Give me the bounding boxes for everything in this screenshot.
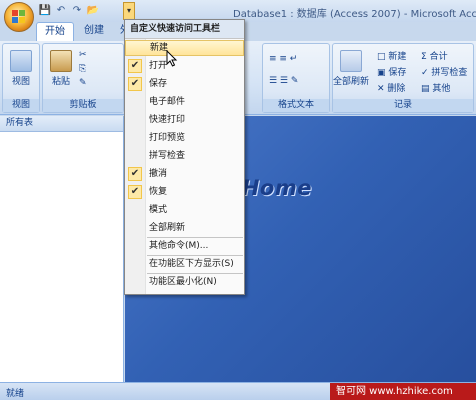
clipboard-group-label: 剪贴板 (43, 99, 123, 112)
menu-item[interactable]: ✔ 打开 (125, 58, 244, 74)
undo-icon[interactable]: ↶ (54, 4, 68, 18)
delete-record-button[interactable]: ✕ 删除 (377, 81, 405, 94)
status-bar: 就绪 智可网 www.hzhike.com (0, 382, 476, 400)
menu-item-label: 全部刷新 (149, 223, 186, 233)
menu-separator (147, 237, 243, 238)
site-logo: 智可网 www.hzhike.com (330, 383, 476, 400)
records-group: 全部刷新 □ 新建 ▣ 保存 ✕ 删除 Σ 合计 ✓ 拼写检查 ▤ 其他 记录 (332, 43, 474, 113)
menu-item-label: 电子邮件 (149, 97, 186, 107)
checkmark-icon: ✔ (128, 185, 142, 199)
copy-icon[interactable]: ⎘ (79, 64, 86, 74)
menu-item-label: 撤消 (149, 169, 168, 179)
menu-item[interactable]: 拼写检查 (125, 148, 244, 164)
tab-create[interactable]: 创建 (76, 22, 112, 41)
cut-icon[interactable]: ✂ (79, 50, 87, 60)
checkmark-icon: ✔ (128, 77, 142, 91)
menu-item[interactable]: 全部刷新 (125, 220, 244, 236)
spelling-button[interactable]: ✓ 拼写检查 (421, 65, 467, 78)
menu-item[interactable]: ✔ 恢复 (125, 184, 244, 200)
menu-header: 自定义快速访问工具栏 (125, 20, 244, 39)
office-logo-icon (12, 10, 26, 24)
status-text: 就绪 (6, 389, 25, 399)
align-icon[interactable]: ≡ ≡ ↵ (269, 54, 297, 64)
menu-item[interactable]: ✔ 保存 (125, 76, 244, 92)
menu-item-label: 模式 (149, 205, 168, 215)
menu-item[interactable]: 快速打印 (125, 112, 244, 128)
customize-qat-dropdown-button[interactable]: ▾ (123, 2, 135, 20)
menu-item[interactable]: 在功能区下方显示(S) (125, 256, 244, 272)
quick-access-toolbar: 💾 ↶ ↷ 📂 (38, 4, 100, 18)
refresh-icon (340, 50, 362, 72)
refresh-all-button[interactable]: 全部刷新 (333, 50, 369, 87)
totals-button[interactable]: Σ 合计 (421, 49, 448, 62)
menu-separator (147, 273, 243, 274)
clipboard-group: 粘贴 ✂ ⎘ ✎ 剪贴板 (42, 43, 124, 113)
window-title: Database1 : 数据库 (Access 2007) - Microsof… (233, 9, 476, 20)
menu-item[interactable]: 新建 (125, 40, 244, 56)
save-icon[interactable]: 💾 (38, 4, 52, 18)
menu-item[interactable]: 功能区最小化(N) (125, 274, 244, 290)
view-button[interactable]: 视图 (6, 50, 36, 87)
view-group-label: 视图 (3, 99, 39, 112)
menu-item[interactable]: 模式 (125, 202, 244, 218)
menu-item-label: 其他命令(M)... (149, 241, 209, 251)
menu-item[interactable]: ✔ 撤消 (125, 166, 244, 182)
menu-item-label: 在功能区下方显示(S) (149, 259, 234, 269)
office-button[interactable] (4, 2, 34, 32)
nav-pane-header[interactable]: 所有表 (0, 116, 123, 132)
save-record-button[interactable]: ▣ 保存 (377, 65, 406, 78)
navigation-pane: 所有表 (0, 116, 124, 382)
more-button[interactable]: ▤ 其他 (421, 81, 450, 94)
menu-separator (147, 255, 243, 256)
new-record-button[interactable]: □ 新建 (377, 49, 406, 62)
menu-item[interactable]: 打印预览 (125, 130, 244, 146)
menu-item-label: 功能区最小化(N) (149, 277, 217, 287)
list-icon[interactable]: ☰ ☰ ✎ (269, 76, 298, 86)
menu-item-label: 拼写检查 (149, 151, 186, 161)
view-group: 视图 视图 (2, 43, 40, 113)
menu-item[interactable]: 电子邮件 (125, 94, 244, 110)
menu-item-label: 快速打印 (149, 115, 186, 125)
menu-item-label: 恢复 (149, 187, 168, 197)
open-icon[interactable]: 📂 (86, 4, 100, 18)
records-group-label: 记录 (333, 99, 473, 112)
tab-home[interactable]: 开始 (36, 22, 74, 41)
rich-text-group-label: 格式文本 (263, 99, 329, 112)
menu-item-label: 保存 (149, 79, 168, 89)
paste-icon (50, 50, 72, 72)
redo-icon[interactable]: ↷ (70, 4, 84, 18)
menu-item-label: 打开 (149, 61, 168, 71)
checkmark-icon: ✔ (128, 59, 142, 73)
checkmark-icon: ✔ (128, 167, 142, 181)
menu-item[interactable]: 其他命令(M)... (125, 238, 244, 254)
customize-qat-menu: 自定义快速访问工具栏 新建 ✔ 打开 ✔ 保存电子邮件快速打印打印预览拼写检查 ✔ 撤消 ✔ 恢… (124, 19, 245, 295)
paste-button[interactable]: 粘贴 (47, 50, 75, 87)
format-painter-icon[interactable]: ✎ (79, 78, 87, 88)
mouse-cursor-icon (166, 50, 178, 67)
view-icon (10, 50, 32, 72)
menu-item-label: 打印预览 (149, 133, 186, 143)
rich-text-group: ≡ ≡ ↵ ☰ ☰ ✎ 格式文本 (262, 43, 330, 113)
